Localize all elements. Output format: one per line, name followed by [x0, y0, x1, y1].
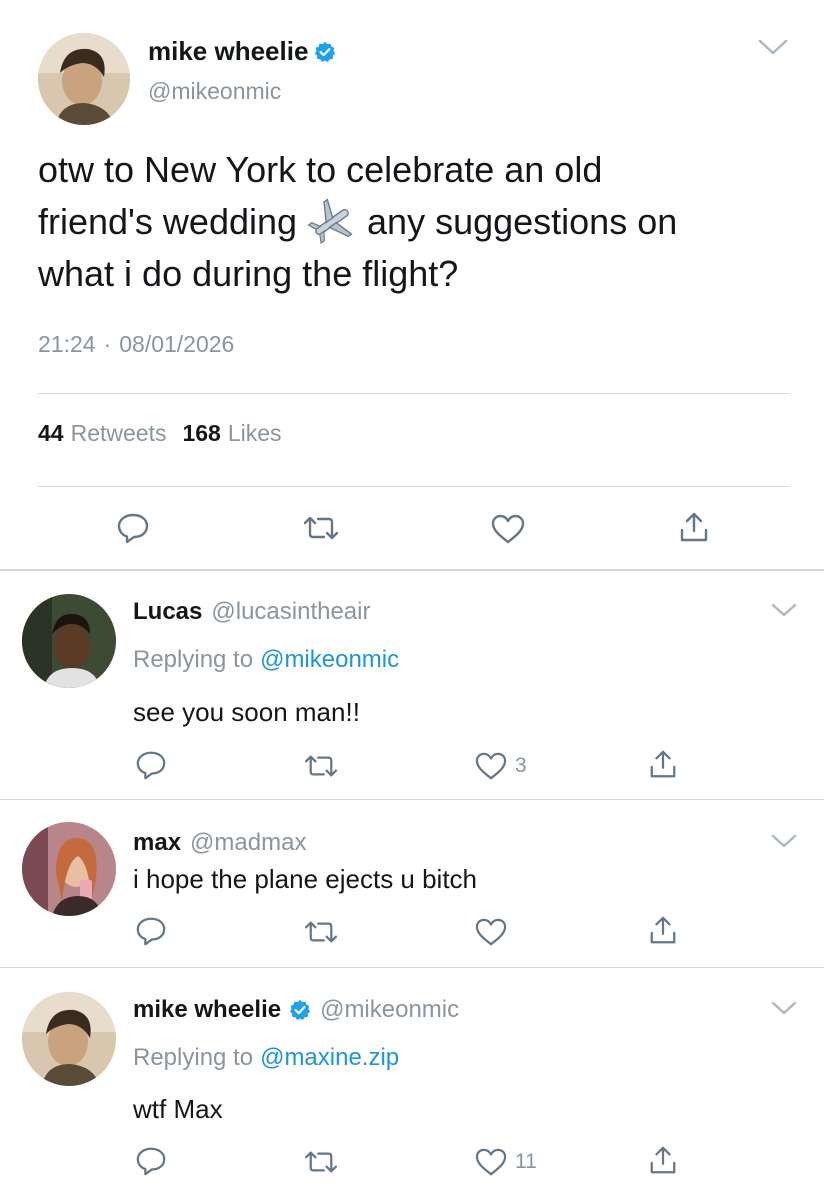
- likes-label[interactable]: Likes: [228, 420, 282, 447]
- likes-count[interactable]: 168: [182, 420, 220, 447]
- reply-text: see you soon man!!: [133, 697, 360, 727]
- replying-to-label: Replying to: [133, 646, 254, 673]
- chevron-down-icon[interactable]: [769, 600, 799, 620]
- like-heart-icon[interactable]: [474, 1147, 508, 1177]
- divider: [0, 799, 824, 800]
- chevron-down-icon[interactable]: [769, 998, 799, 1018]
- tweet-text-segment: friend's wedding: [38, 201, 298, 242]
- share-icon[interactable]: [648, 748, 678, 780]
- like-count: 3: [515, 754, 527, 777]
- tweet-stats: 44 Retweets 168 Likes: [38, 420, 282, 447]
- reply-avatar[interactable]: [22, 992, 116, 1086]
- tweet-text-line: otw to New York to celebrate an old: [38, 149, 603, 190]
- like-count: 11: [515, 1150, 537, 1173]
- avatar-photo: [22, 992, 116, 1086]
- retweet-icon[interactable]: [302, 513, 340, 543]
- author-avatar[interactable]: [38, 33, 130, 125]
- retweets-label[interactable]: Retweets: [71, 420, 167, 447]
- replying-to-link[interactable]: @maxine.zip: [260, 1044, 399, 1072]
- like-heart-icon[interactable]: [474, 751, 508, 781]
- verified-badge-icon: [289, 999, 311, 1020]
- tweet-text: otw to New York to celebrate an old frie…: [38, 144, 677, 300]
- avatar-photo: [22, 822, 116, 916]
- retweets-count[interactable]: 44: [38, 420, 64, 447]
- retweet-icon[interactable]: [303, 918, 339, 946]
- divider: [0, 967, 824, 968]
- like-heart-icon[interactable]: [474, 917, 508, 947]
- like-heart-icon[interactable]: [490, 513, 526, 545]
- tweet-time: 21:24: [38, 331, 96, 357]
- chevron-down-icon[interactable]: [769, 831, 799, 851]
- reply-author-name[interactable]: mike wheelie: [133, 996, 281, 1024]
- author-handle[interactable]: @mikeonmic: [148, 78, 281, 105]
- reply-icon[interactable]: [135, 1145, 167, 1177]
- replying-to-link[interactable]: @mikeonmic: [260, 646, 399, 674]
- tweet-date: 08/01/2026: [119, 331, 235, 357]
- retweet-icon[interactable]: [303, 752, 339, 780]
- divider: [38, 393, 790, 394]
- author-name[interactable]: mike wheelie: [148, 36, 308, 67]
- replying-to-label: Replying to: [133, 1044, 254, 1071]
- share-icon[interactable]: [678, 510, 710, 544]
- reply-text: wtf Max: [133, 1094, 223, 1124]
- share-icon[interactable]: [648, 1144, 678, 1176]
- tweet-text-line: friend's wedding any suggestions on: [38, 196, 677, 248]
- reply-author-name[interactable]: max: [133, 829, 181, 857]
- tweet-time-separator: ·: [103, 331, 112, 357]
- section-divider: [0, 569, 824, 571]
- tweet-text-segment: any suggestions on: [367, 201, 678, 242]
- retweet-icon[interactable]: [303, 1148, 339, 1176]
- reply-icon[interactable]: [135, 749, 167, 781]
- reply-author-name[interactable]: Lucas: [133, 598, 202, 626]
- divider: [38, 486, 790, 487]
- reply-icon[interactable]: [116, 511, 150, 545]
- reply-avatar[interactable]: [22, 822, 116, 916]
- verified-badge-icon: [315, 41, 336, 62]
- reply-text: i hope the plane ejects u bitch: [133, 864, 478, 894]
- reply-author-handle[interactable]: @lucasintheair: [211, 598, 370, 626]
- chevron-down-icon[interactable]: [756, 36, 790, 58]
- tweet-timestamp[interactable]: 21:24 · 08/01/2026: [38, 331, 234, 358]
- avatar-photo: [22, 594, 116, 688]
- reply-author-handle[interactable]: @mikeonmic: [320, 996, 459, 1024]
- tweet-text-line: what i do during the flight?: [38, 253, 459, 294]
- share-icon[interactable]: [648, 914, 678, 946]
- airplane-emoji-icon: [307, 198, 353, 245]
- reply-icon[interactable]: [135, 915, 167, 947]
- reply-author-handle[interactable]: @madmax: [190, 829, 306, 857]
- reply-avatar[interactable]: [22, 594, 116, 688]
- avatar-photo: [38, 33, 130, 125]
